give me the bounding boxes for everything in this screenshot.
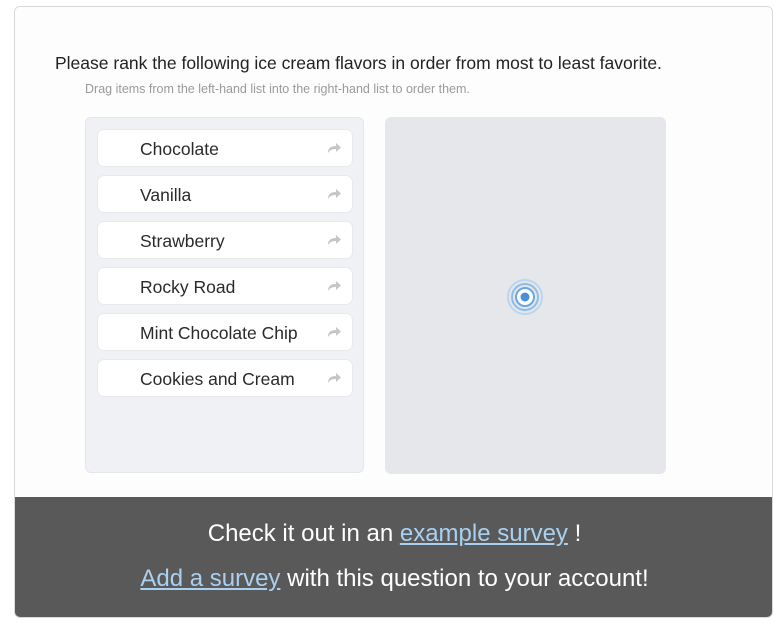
example-survey-link[interactable]: example survey (400, 520, 568, 547)
move-arrow-icon[interactable] (326, 188, 342, 200)
rank-item-chocolate[interactable]: Chocolate (98, 130, 352, 166)
rank-item-label: Mint Chocolate Chip (140, 323, 298, 343)
rank-item-label: Rocky Road (140, 277, 236, 297)
move-arrow-icon[interactable] (326, 372, 342, 384)
rank-item-rocky-road[interactable]: Rocky Road (98, 268, 352, 304)
move-arrow-icon[interactable] (326, 280, 342, 292)
move-arrow-icon[interactable] (326, 142, 342, 154)
add-survey-line: Add a survey with this question to your … (15, 565, 772, 593)
question-card: Please rank the following ice cream flav… (15, 7, 772, 497)
rank-item-label: Strawberry (140, 231, 225, 251)
rank-item-strawberry[interactable]: Strawberry (98, 222, 352, 258)
rank-item-mint-chocolate-chip[interactable]: Mint Chocolate Chip (98, 314, 352, 350)
add-survey-link[interactable]: Add a survey (140, 565, 280, 592)
question-title: Please rank the following ice cream flav… (55, 53, 662, 73)
cursor-target-icon (507, 279, 543, 315)
example-survey-suffix: ! (567, 520, 582, 547)
rank-item-cookies-and-cream[interactable]: Cookies and Cream (98, 360, 352, 396)
promo-banner: Check it out in an example survey ! Add … (15, 497, 772, 617)
target-list[interactable] (385, 117, 666, 474)
add-survey-suffix: with this question to your account! (280, 565, 649, 592)
example-survey-line: Check it out in an example survey ! (15, 520, 772, 548)
rank-item-vanilla[interactable]: Vanilla (98, 176, 352, 212)
example-survey-prefix: Check it out in an (207, 520, 400, 547)
rank-item-label: Chocolate (140, 139, 219, 159)
move-arrow-icon[interactable] (326, 326, 342, 338)
source-list[interactable]: Chocolate Vanilla Strawberry Rocky Road … (85, 117, 364, 473)
rank-item-label: Vanilla (140, 185, 192, 205)
move-arrow-icon[interactable] (326, 234, 342, 246)
question-instructions: Drag items from the left-hand list into … (85, 82, 470, 96)
survey-frame: Please rank the following ice cream flav… (14, 6, 773, 618)
rank-item-label: Cookies and Cream (140, 369, 295, 389)
